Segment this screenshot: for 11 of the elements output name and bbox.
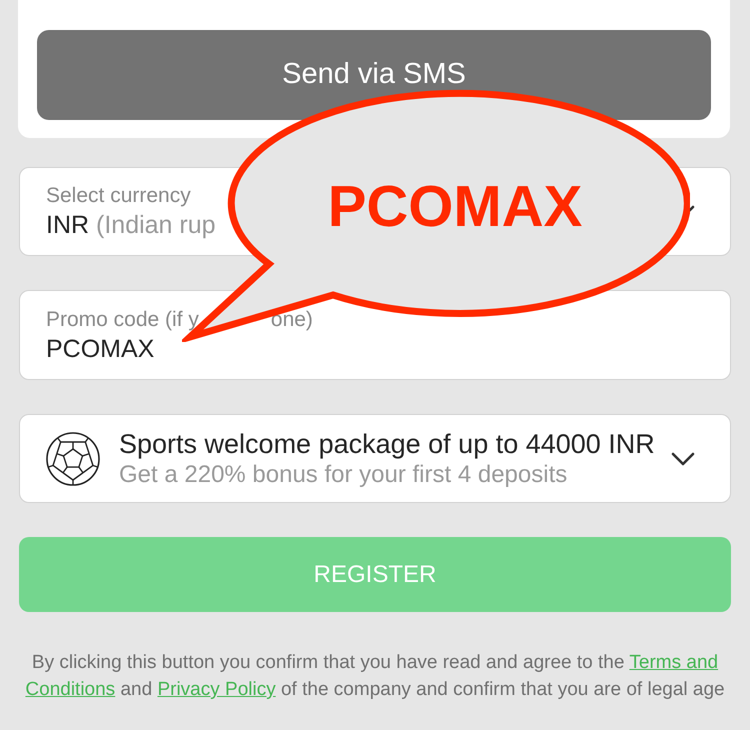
bonus-select[interactable]: Sports welcome package of up to 44000 INR Get a 220% bonus for your first 4 deposits xyxy=(19,414,731,503)
callout-text: PCOMAX xyxy=(326,173,584,241)
register-button[interactable]: REGISTER xyxy=(19,537,731,612)
chevron-down-icon xyxy=(671,452,695,466)
legal-link[interactable]: Terms and xyxy=(629,652,718,673)
soccer-ball-icon xyxy=(46,432,100,486)
currency-value: INR (Indian rup xyxy=(46,210,216,241)
terms-notice: By clicking this button you confirm that you have read and agree to the Terms and Conditions and Privacy Policy of the company and confirm that you are of legal age xyxy=(24,651,726,702)
legal-link[interactable]: Conditions xyxy=(25,679,116,700)
legal-link[interactable]: Privacy Policy xyxy=(157,679,276,700)
currency-label: Select currency xyxy=(46,183,191,209)
